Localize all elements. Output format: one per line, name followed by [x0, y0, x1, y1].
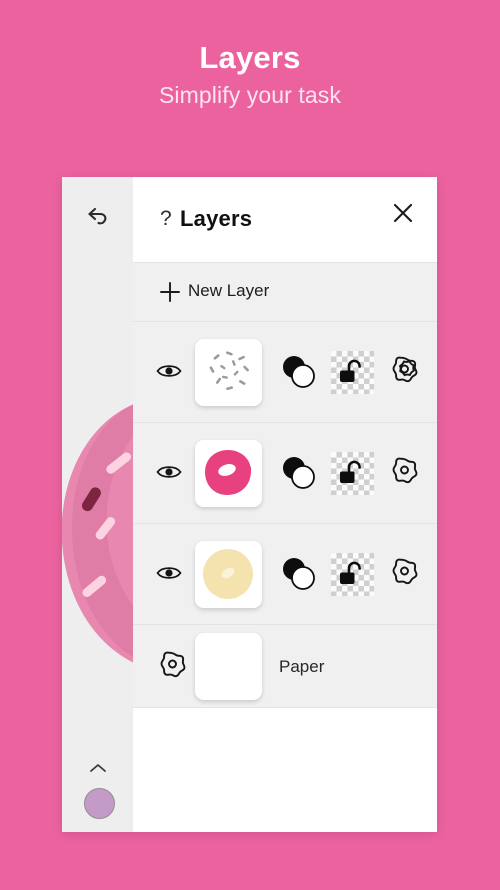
gear-icon: [160, 651, 186, 678]
paper-row[interactable]: Paper: [133, 625, 437, 708]
undo-arrow-icon: [88, 207, 107, 225]
layers-panel-header: ? Layers: [133, 177, 437, 263]
canvas-artwork: [62, 404, 133, 663]
layer-blend-mode-button[interactable]: [279, 556, 319, 592]
table-row[interactable]: [133, 524, 437, 625]
pink-donut-thumbnail: [195, 440, 262, 507]
color-swatch-button[interactable]: [84, 788, 115, 819]
blend-mode-icon: [283, 356, 315, 388]
unlocked-padlock-icon: [340, 359, 361, 382]
plus-icon: [159, 281, 181, 303]
eye-icon: [156, 466, 182, 478]
layer-visibility-toggle[interactable]: [156, 564, 182, 582]
paper-settings-button[interactable]: [155, 649, 189, 683]
layer-list-empty-area: [133, 708, 437, 808]
layer-thumbnail[interactable]: [195, 440, 262, 507]
gear-icon: [392, 356, 418, 383]
unlocked-padlock-icon: [340, 460, 361, 483]
table-row[interactable]: [133, 322, 437, 423]
eye-icon: [156, 365, 182, 377]
layer-alpha-lock-button[interactable]: [331, 553, 374, 596]
paper-label: Paper: [279, 657, 325, 676]
gear-icon: [392, 457, 418, 484]
layer-settings-button[interactable]: [387, 455, 421, 489]
app-window: ? Layers New Layer Paper: [62, 177, 437, 832]
layer-blend-mode-button[interactable]: [279, 354, 319, 390]
blend-mode-icon: [283, 457, 315, 489]
layers-panel: ? Layers New Layer Paper: [133, 177, 437, 832]
layer-alpha-lock-button[interactable]: [331, 452, 374, 495]
cream-donut-thumbnail: [195, 541, 262, 608]
layer-visibility-toggle[interactable]: [156, 362, 182, 380]
layer-visibility-toggle[interactable]: [156, 463, 182, 481]
table-row[interactable]: [133, 423, 437, 524]
promo-subtitle: Simplify your task: [158, 81, 341, 108]
promo-title: Layers: [199, 40, 301, 75]
close-x-icon: [393, 203, 413, 223]
expand-toolbar-button[interactable]: [88, 762, 108, 774]
gear-icon: [392, 558, 418, 585]
layer-list: Paper: [133, 322, 437, 808]
chevron-up-icon: [90, 764, 106, 772]
promo-screenshot: Layers Simplify your task ? Layers New L…: [0, 0, 500, 890]
layer-alpha-lock-button[interactable]: [331, 351, 374, 394]
layer-blend-mode-button[interactable]: [279, 455, 319, 491]
blend-mode-icon: [283, 558, 315, 590]
layer-settings-button[interactable]: [387, 354, 421, 388]
new-layer-label: New Layer: [188, 281, 270, 300]
layer-thumbnail[interactable]: [195, 541, 262, 608]
undo-button[interactable]: [83, 201, 113, 231]
unlocked-padlock-icon: [340, 561, 361, 584]
layer-thumbnail[interactable]: [195, 339, 262, 406]
new-layer-button[interactable]: New Layer: [133, 263, 437, 322]
tool-rail: [62, 177, 133, 832]
eye-icon: [156, 567, 182, 579]
sprinkles-thumbnail: [195, 339, 262, 406]
help-icon[interactable]: ?: [160, 207, 172, 231]
panel-title: Layers: [180, 206, 253, 231]
paper-thumbnail[interactable]: [195, 633, 262, 700]
close-panel-button[interactable]: [390, 200, 416, 226]
rail-bottom-bar: [62, 740, 133, 832]
layer-settings-button[interactable]: [387, 556, 421, 590]
promo-header: Layers Simplify your task: [0, 0, 500, 109]
